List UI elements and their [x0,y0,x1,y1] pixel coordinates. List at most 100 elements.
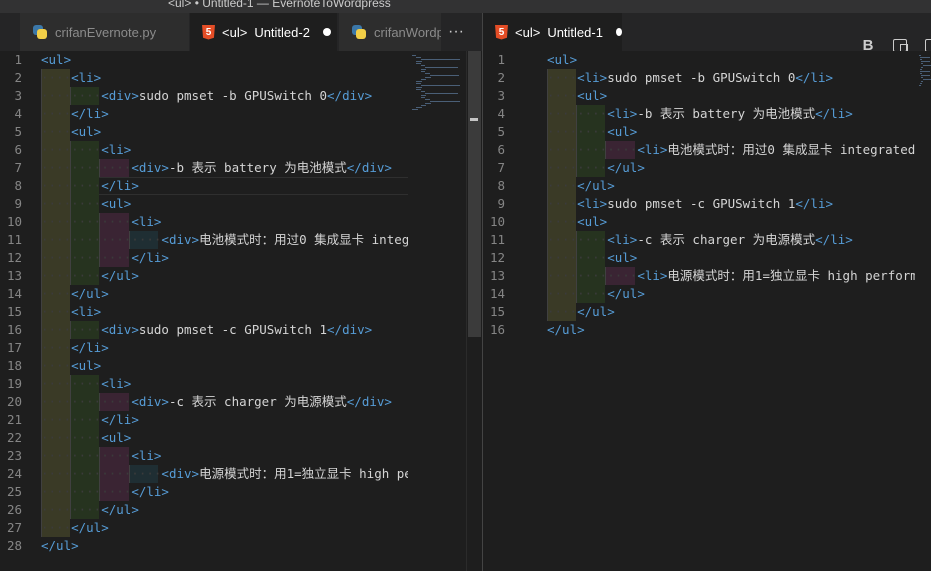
whitespace-token: ···· [41,520,72,535]
code-line[interactable]: 25 ············</li> [0,483,408,501]
code-line[interactable]: 17 ····</li> [0,339,408,357]
line-number: 6 [14,142,22,157]
code-line[interactable]: 27 ····</ul> [0,519,408,537]
tab-crifanevernote[interactable]: crifanEvernote.py [20,13,190,51]
minimap-line [425,103,431,104]
minimap-line [416,89,421,90]
whitespace-token: ···· [547,178,578,193]
code-content: ····<li>sudo pmset -b GPUSwitch 0</li> [547,69,833,87]
code-line[interactable]: 8 ····</ul> [483,177,915,195]
whitespace-token: ···· [41,304,72,319]
minimap-line [420,59,461,60]
code-line[interactable]: 21 ········</li> [0,411,408,429]
whitespace-token: ················ [41,466,162,481]
code-tag-token: <ul> [101,196,132,211]
code-tag-token: </li> [71,340,109,355]
code-line[interactable]: 24 ················<div>电源模式时：用1=独立显卡 hig… [0,465,408,483]
split-editor-icon[interactable] [923,36,931,51]
code-tag-token: <div> [131,394,169,409]
code-line[interactable]: 20 ············<div>-c 表示 charger 为电源模式</… [0,393,408,411]
line-number: 28 [6,538,22,553]
code-line[interactable]: 7 ············<div>-b 表示 battery 为电池模式</d… [0,159,408,177]
code-line[interactable]: 8 ········</li> [0,177,408,195]
code-line[interactable]: 10 ····<ul> [483,213,915,231]
code-line[interactable]: 15 ····</ul> [483,303,915,321]
code-line[interactable]: 5 ····<ul> [0,123,408,141]
code-content: ········</li> [41,411,139,429]
code-line[interactable]: 13 ············<li>电源模式时：用1=独立显卡 high per… [483,267,915,285]
code-line[interactable]: 23 ············<li> [0,447,408,465]
minimap-line [920,57,931,58]
code-line[interactable]: 28 </ul> [0,537,408,555]
minimap[interactable] [408,51,466,571]
code-content: <ul> [547,51,577,69]
code-line[interactable]: 11 ················<div>电池模式时：用过0 集成显卡 in… [0,231,408,249]
code-line[interactable]: 9 ····<li>sudo pmset -c GPUSwitch 1</li> [483,195,915,213]
line-number: 5 [14,124,22,139]
minimap-line [921,81,924,82]
code-line[interactable]: 10 ············<li> [0,213,408,231]
code-content: ····<ul> [41,123,101,141]
code-line[interactable]: 4 ········<li>-b 表示 battery 为电池模式</li> [483,105,915,123]
code-line[interactable]: 2 ····<li>sudo pmset -b GPUSwitch 0</li> [483,69,915,87]
code-content: ········</ul> [547,159,645,177]
code-line[interactable]: 2 ····<li> [0,69,408,87]
whitespace-token: ············ [41,250,132,265]
code-line[interactable]: 3 ····<ul> [483,87,915,105]
code-line[interactable]: 16 </ul> [483,321,915,339]
minimap-line [420,71,426,72]
minimap-line [425,73,430,74]
minimap[interactable] [915,51,931,571]
tab-label-desc: Untitled-2 [254,24,310,40]
code-tag-token: </ul> [607,286,645,301]
code-tag-token: </li> [101,412,139,427]
tab-crifanwordpress[interactable]: crifanWordpress [339,13,449,51]
line-number: 16 [489,322,505,337]
more-actions-button[interactable]: ··· [441,13,471,51]
left-editor[interactable]: 1 <ul> 2 ····<li> 3 ········<div>sudo pmset -… [0,51,408,571]
code-line[interactable]: 13 ········</ul> [0,267,408,285]
code-line[interactable]: 7 ········</ul> [483,159,915,177]
scrollbar-thumb[interactable] [468,51,481,337]
line-number: 4 [497,106,505,121]
code-line[interactable]: 1 <ul> [0,51,408,69]
code-text-token: sudo pmset -b GPUSwitch 0 [607,70,796,85]
code-content: ············<li>电池模式时：用过0 集成显卡 integrate… [547,141,915,159]
code-line[interactable]: 6 ············<li>电池模式时：用过0 集成显卡 integrat… [483,141,915,159]
code-line[interactable]: 14 ········</ul> [483,285,915,303]
right-editor[interactable]: 1 <ul> 2 ····<li>sudo pmset -b GPUSwitch 0<… [483,51,915,571]
code-line[interactable]: 14 ····</ul> [0,285,408,303]
code-line[interactable]: 5 ········<ul> [483,123,915,141]
bold-icon[interactable]: B [859,36,877,52]
code-line[interactable]: 6 ········<li> [0,141,408,159]
code-content: ········<ul> [41,195,131,213]
tab-untitled-1[interactable]: 5 <ul> Untitled-1 [483,13,623,51]
code-line[interactable]: 11 ········<li>-c 表示 charger 为电源模式</li> [483,231,915,249]
line-number: 9 [14,196,22,211]
code-text-token: -c 表示 charger 为电源模式 [168,394,347,409]
code-line[interactable]: 1 <ul> [483,51,915,69]
code-line[interactable]: 18 ····<ul> [0,357,408,375]
code-line[interactable]: 9 ········<ul> [0,195,408,213]
code-line[interactable]: 3 ········<div>sudo pmset -b GPUSwitch 0<… [0,87,408,105]
code-line[interactable]: 12 ············</li> [0,249,408,267]
unsaved-dot-icon[interactable] [615,28,622,36]
code-line[interactable]: 19 ········<li> [0,375,408,393]
whitespace-token: ············ [41,394,132,409]
code-line[interactable]: 15 ····<li> [0,303,408,321]
code-text-token: -b 表示 battery 为电池模式 [637,106,816,121]
tab-label-desc: Untitled-1 [547,24,603,40]
code-line[interactable]: 12 ········<ul> [483,249,915,267]
unsaved-dot-icon[interactable] [322,28,331,36]
open-preview-icon[interactable] [891,36,909,51]
code-content: ····<ul> [547,213,607,231]
code-line[interactable]: 16 ········<div>sudo pmset -c GPUSwitch 1… [0,321,408,339]
code-line[interactable]: 22 ········<ul> [0,429,408,447]
code-tag-token: <li> [637,268,668,283]
tab-untitled-2[interactable]: 5 <ul> Untitled-2 [190,13,338,51]
code-line[interactable]: 4 ····</li> [0,105,408,123]
code-tag-token: </li> [71,106,109,121]
code-line[interactable]: 26 ········</ul> [0,501,408,519]
window-titlebar: <ul> • Untitled-1 — EvernoteToWordpress [0,0,931,13]
minimap-line [420,91,426,92]
